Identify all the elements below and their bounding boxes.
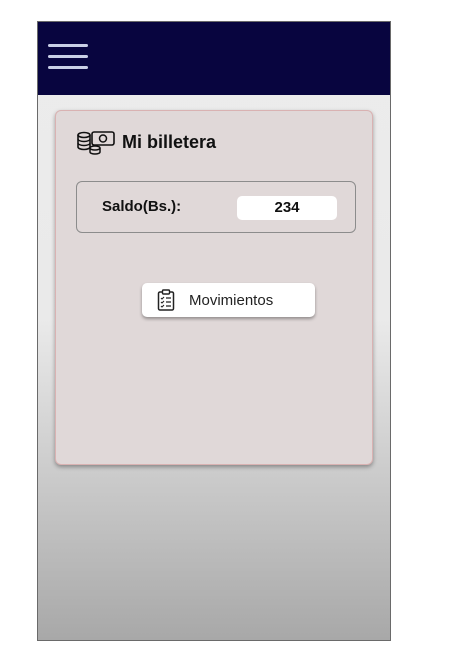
balance-box: Saldo(Bs.): 234 <box>76 181 356 233</box>
clipboard-list-icon <box>157 289 175 311</box>
balance-value: 234 <box>237 196 337 220</box>
hamburger-menu-icon[interactable] <box>48 42 88 72</box>
movements-button[interactable]: Movimientos <box>142 283 315 317</box>
money-wallet-icon <box>77 131 115 155</box>
movements-button-label: Movimientos <box>189 291 274 309</box>
app-screen: Mi billetera Saldo(Bs.): 234 Movimientos <box>37 21 391 641</box>
balance-label: Saldo(Bs.): <box>102 198 182 215</box>
top-bar <box>38 22 390 95</box>
card-header: Mi billetera <box>76 129 216 155</box>
wallet-card: Mi billetera Saldo(Bs.): 234 Movimientos <box>55 110 373 465</box>
card-title: Mi billetera <box>122 131 217 152</box>
